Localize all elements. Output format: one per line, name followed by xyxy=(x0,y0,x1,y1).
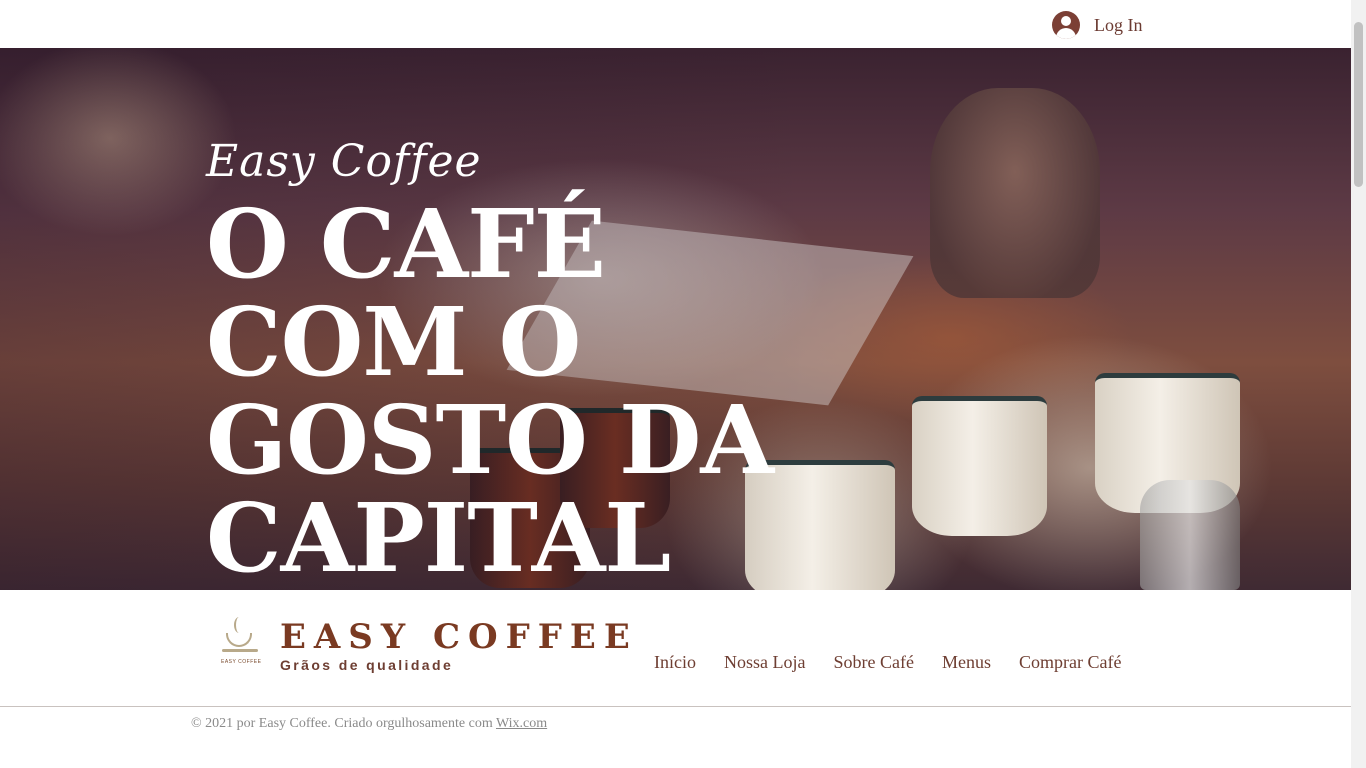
hero-title-line: O CAFÉ xyxy=(206,189,606,300)
hero-title-line: COM O xyxy=(206,287,581,398)
brand-tagline: Grãos de qualidade xyxy=(280,657,454,673)
login-button[interactable]: Log In xyxy=(1052,8,1143,42)
wix-link[interactable]: Wix.com xyxy=(496,716,547,731)
login-label: Log In xyxy=(1094,14,1143,35)
top-bar: Log In xyxy=(0,0,1351,48)
coffee-cup-icon: EASY COFFEE xyxy=(220,615,262,667)
footer-divider xyxy=(0,706,1351,707)
user-avatar-icon xyxy=(1052,11,1080,39)
hero-title-line: CAPITAL xyxy=(206,483,671,590)
copyright-text: © 2021 por Easy Coffee. Criado orgulhosa… xyxy=(191,716,496,731)
nav-item-comprar-cafe[interactable]: Comprar Café xyxy=(1005,652,1135,673)
scrollbar-thumb[interactable] xyxy=(1354,22,1363,187)
brand-name: EASY COFFEE xyxy=(280,617,638,657)
copyright: © 2021 por Easy Coffee. Criado orgulhosa… xyxy=(191,716,547,732)
hero-section: Easy Coffee O CAFÉ COM O GOSTO DA CAPITA… xyxy=(0,48,1351,590)
hero-subtitle: Easy Coffee xyxy=(206,136,482,187)
hero-title: O CAFÉ COM O GOSTO DA CAPITAL xyxy=(206,196,846,588)
logo-small-text: EASY COFFEE xyxy=(221,659,262,665)
main-nav: Início Nossa Loja Sobre Café Menus Compr… xyxy=(640,652,1135,673)
nav-item-menus[interactable]: Menus xyxy=(928,652,1005,673)
nav-item-inicio[interactable]: Início xyxy=(640,652,710,673)
hero-title-line: GOSTO DA xyxy=(206,385,774,496)
page-scrollbar[interactable] xyxy=(1351,0,1366,768)
nav-item-sobre-cafe[interactable]: Sobre Café xyxy=(819,652,927,673)
nav-item-nossa-loja[interactable]: Nossa Loja xyxy=(710,652,819,673)
